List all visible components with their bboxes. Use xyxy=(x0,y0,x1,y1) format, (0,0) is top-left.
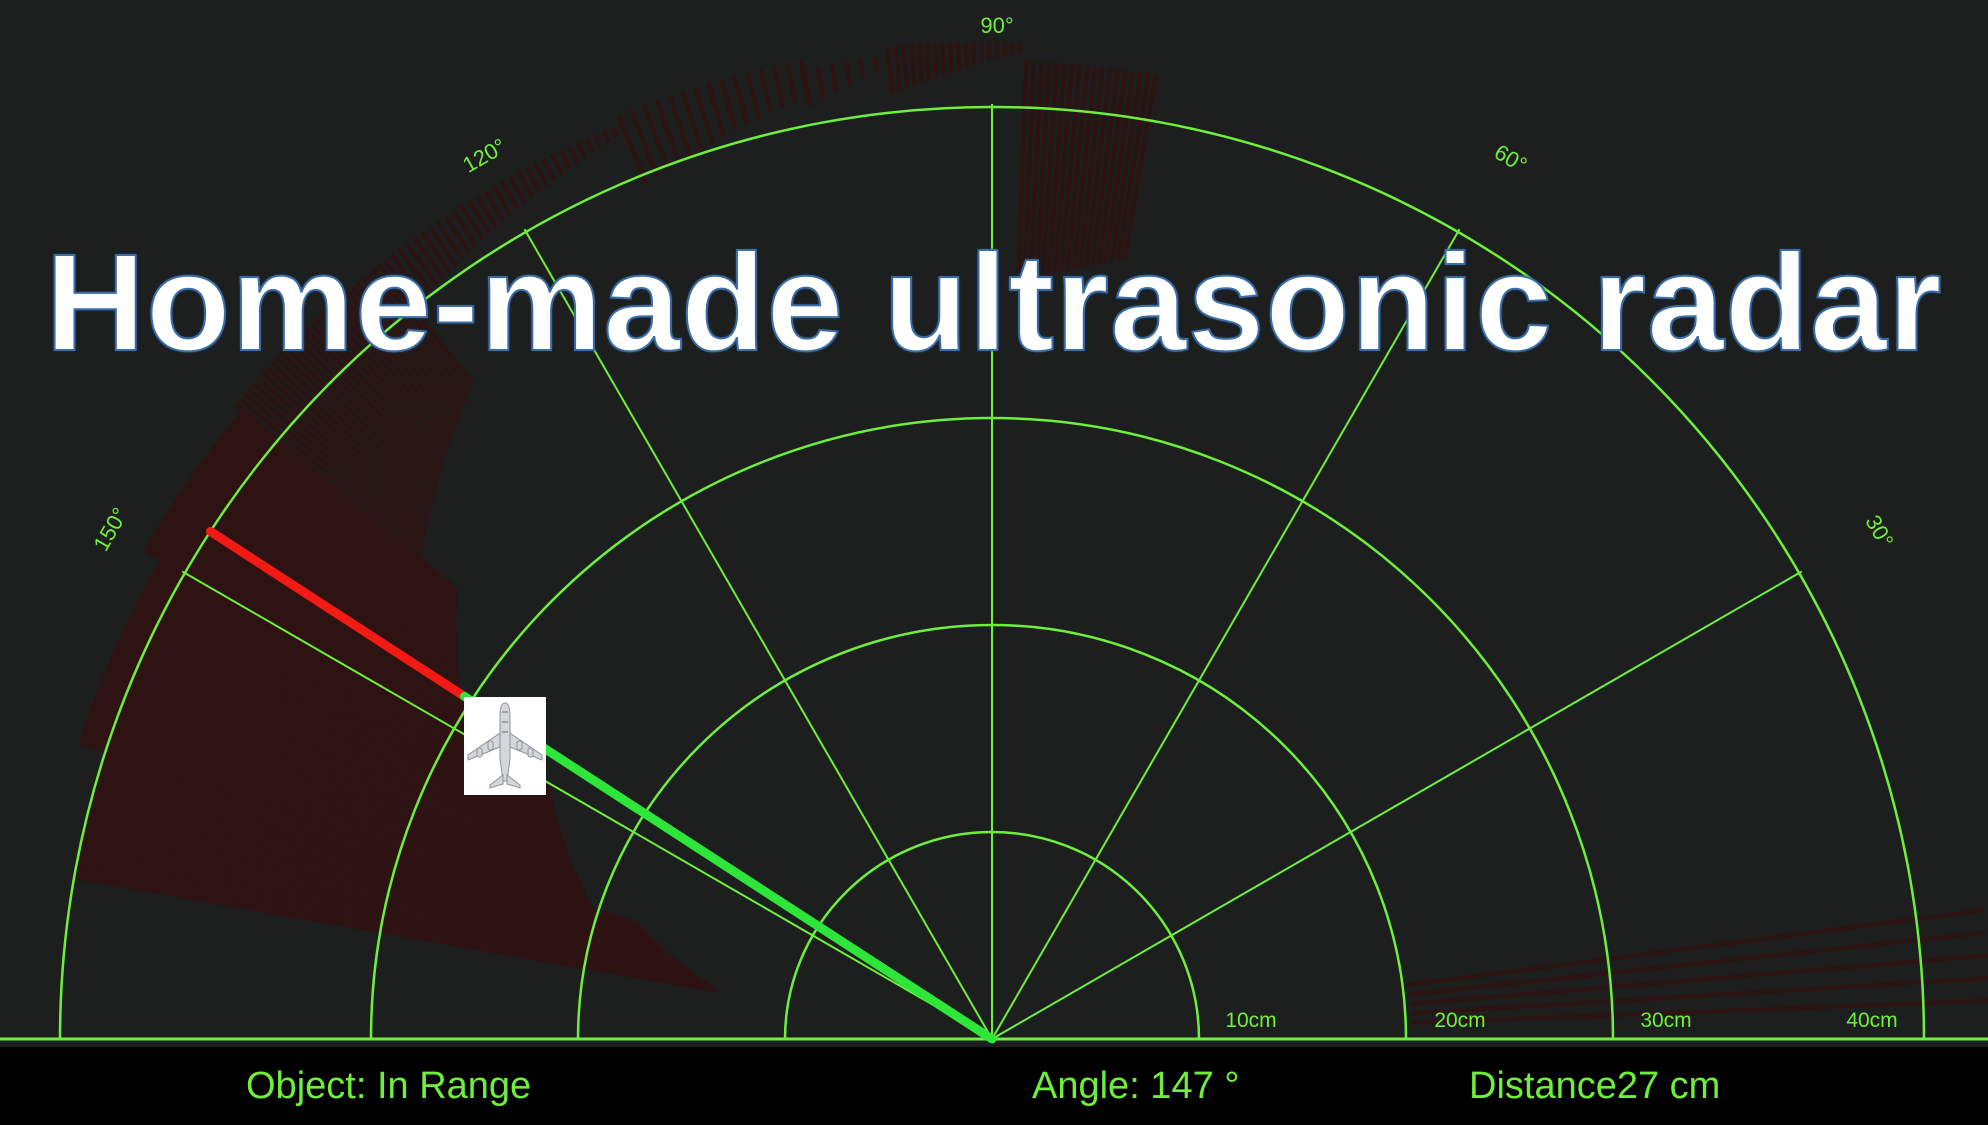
airplane-icon xyxy=(464,697,546,795)
object-status: Object: In Range xyxy=(246,1065,532,1107)
range-label-30cm: 30cm xyxy=(1640,1009,1691,1032)
history-trace xyxy=(956,42,962,71)
history-trace xyxy=(758,68,774,114)
history-trace xyxy=(784,62,798,103)
history-trace xyxy=(575,141,587,159)
history-trace xyxy=(1408,908,1984,987)
history-trace xyxy=(971,41,977,66)
history-trace xyxy=(815,66,826,99)
angle-label-150: 150° xyxy=(88,503,132,555)
history-trace xyxy=(616,113,649,185)
history-trace xyxy=(844,61,852,86)
history-trace xyxy=(745,71,762,120)
history-trace xyxy=(940,42,947,76)
range-label-20cm: 20cm xyxy=(1434,1009,1485,1032)
history-trace xyxy=(541,157,557,181)
angle-label-120: 120° xyxy=(458,133,510,177)
history-trace xyxy=(601,129,611,144)
angle-label-60: 60° xyxy=(1490,139,1531,177)
history-trace xyxy=(885,46,895,94)
history-trace xyxy=(732,75,750,126)
history-trace xyxy=(771,65,786,109)
history-trace xyxy=(610,126,619,139)
status-bar: Object: In Range Angle: 147 ° Distance27… xyxy=(0,1047,1988,1125)
radar-app: 30° 60° 90° 120° 150° 10cm 20cm 30cm 40c… xyxy=(0,0,1988,1125)
range-label-40cm: 40cm xyxy=(1846,1009,1897,1032)
history-trace xyxy=(641,103,670,171)
history-trace xyxy=(909,44,917,86)
history-trace xyxy=(858,59,866,79)
history-trace xyxy=(567,145,580,165)
history-trace xyxy=(592,133,603,149)
angle-readout: Angle: 147 ° xyxy=(1032,1065,1240,1107)
history-trace xyxy=(901,45,910,89)
range-label-10cm: 10cm xyxy=(1225,1009,1276,1032)
scan-history xyxy=(73,41,1988,1025)
angle-label-90: 90° xyxy=(980,13,1013,38)
angle-label-30: 30° xyxy=(1860,511,1898,552)
history-trace xyxy=(629,108,660,178)
history-trace xyxy=(872,57,879,72)
history-trace xyxy=(558,149,572,170)
history-trace xyxy=(916,44,924,83)
distance-readout: Distance27 cm xyxy=(1469,1065,1721,1107)
history-trace xyxy=(948,42,954,73)
history-trace xyxy=(924,43,932,81)
radar-display: 30° 60° 90° 120° 150° 10cm 20cm 30cm 40c… xyxy=(0,13,1988,1044)
history-trace xyxy=(719,78,738,132)
history-trace xyxy=(1411,998,1988,1025)
history-trace xyxy=(893,46,902,91)
history-trace xyxy=(963,42,969,68)
history-trace xyxy=(706,82,727,138)
history-trace xyxy=(550,153,564,176)
history-trace xyxy=(584,137,595,154)
history-trace xyxy=(829,63,839,92)
page-title: Home-made ultrasonic radar xyxy=(44,225,1943,381)
angle-spoke-30 xyxy=(991,570,1803,1040)
history-trace xyxy=(932,43,939,78)
